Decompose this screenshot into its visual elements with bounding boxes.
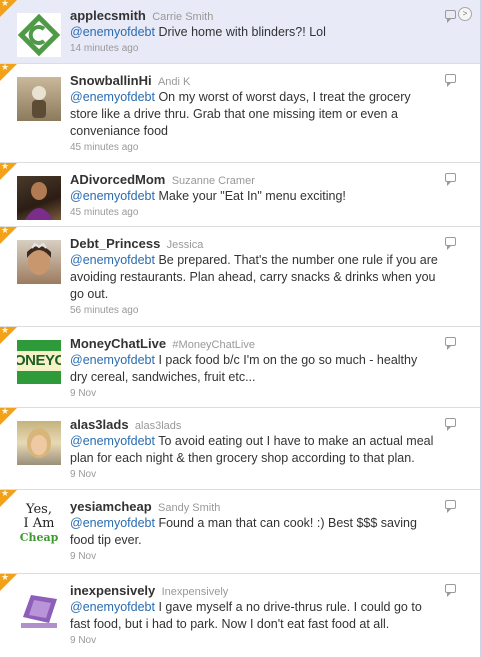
timestamp[interactable]: 14 minutes ago bbox=[70, 42, 438, 55]
tweet-text: @enemyofdebt Make your "Eat In" menu exc… bbox=[70, 188, 438, 205]
full-name: alas3lads bbox=[134, 420, 182, 432]
tweet-text: @enemyofdebt Found a man that can cook! … bbox=[70, 515, 438, 549]
full-name: Suzanne Cramer bbox=[171, 175, 255, 187]
full-name: Jessica bbox=[166, 239, 204, 251]
reply-icon[interactable] bbox=[445, 237, 456, 250]
reply-icon[interactable] bbox=[445, 74, 456, 87]
avatar[interactable] bbox=[17, 587, 61, 631]
tweet-text: @enemyofdebt To avoid eating out I have … bbox=[70, 433, 438, 467]
timestamp[interactable]: 9 Nov bbox=[70, 468, 438, 481]
mention-link[interactable]: @enemyofdebt bbox=[70, 25, 155, 39]
tweet-body: Drive home with blinders?! Lol bbox=[158, 25, 326, 39]
tweet-item[interactable]: ★ applecsmith Carrie Smith @enemyofdebt … bbox=[0, 0, 482, 64]
star-icon[interactable]: ★ bbox=[1, 0, 9, 9]
reply-icon[interactable] bbox=[445, 337, 456, 350]
timestamp[interactable]: 45 minutes ago bbox=[70, 141, 438, 154]
avatar[interactable] bbox=[17, 240, 61, 284]
avatar[interactable] bbox=[17, 421, 61, 465]
tweet-item[interactable]: ★ ONEYC MoneyChatLive #MoneyChatLive @en… bbox=[0, 326, 482, 408]
tweet-text: @enemyofdebt Drive home with blinders?! … bbox=[70, 24, 438, 41]
star-icon[interactable]: ★ bbox=[1, 489, 9, 499]
reply-icon[interactable] bbox=[445, 584, 456, 597]
screen-name[interactable]: Debt_Princess bbox=[70, 236, 160, 251]
avatar[interactable]: Yes, I Am Cheap bbox=[17, 503, 61, 547]
tweet-timeline: ★ applecsmith Carrie Smith @enemyofdebt … bbox=[0, 0, 482, 657]
screen-name[interactable]: SnowballinHi bbox=[70, 73, 152, 88]
chevron-right-icon[interactable]: > bbox=[458, 7, 472, 21]
full-name: Carrie Smith bbox=[152, 11, 214, 23]
tweet-body: Make your "Eat In" menu exciting! bbox=[158, 189, 346, 203]
tweet-text: @enemyofdebt I pack food b/c I'm on the … bbox=[70, 352, 438, 386]
star-icon[interactable]: ★ bbox=[1, 326, 9, 336]
reply-icon[interactable] bbox=[445, 173, 456, 186]
tweet-item[interactable]: ★ ADivorcedMom Suzanne Cramer @enemyofde… bbox=[0, 162, 482, 227]
avatar[interactable] bbox=[17, 13, 61, 57]
tweet-item[interactable]: ★ Yes, I Am Cheap yesiamcheap Sandy Smit… bbox=[0, 489, 482, 574]
screen-name[interactable]: yesiamcheap bbox=[70, 499, 152, 514]
reply-icon[interactable] bbox=[445, 500, 456, 513]
tweet-item[interactable]: ★ inexpensively Inexpensively @enemyofde… bbox=[0, 573, 482, 657]
tweet-item[interactable]: ★ alas3lads alas3lads @enemyofdebt To av… bbox=[0, 407, 482, 490]
full-name: Inexpensively bbox=[161, 586, 229, 598]
mention-link[interactable]: @enemyofdebt bbox=[70, 253, 155, 267]
screen-name[interactable]: inexpensively bbox=[70, 583, 155, 598]
mention-link[interactable]: @enemyofdebt bbox=[70, 434, 155, 448]
tweet-text: @enemyofdebt Be prepared. That's the num… bbox=[70, 252, 438, 303]
timestamp[interactable]: 56 minutes ago bbox=[70, 304, 438, 317]
avatar-logo-text: ONEYC bbox=[17, 351, 61, 371]
tweet-item[interactable]: ★ Debt_Princess Jessica @enemyofdebt Be … bbox=[0, 226, 482, 327]
timestamp[interactable]: 9 Nov bbox=[70, 550, 438, 563]
avatar[interactable] bbox=[17, 77, 61, 121]
mention-link[interactable]: @enemyofdebt bbox=[70, 90, 155, 104]
mention-link[interactable]: @enemyofdebt bbox=[70, 516, 155, 530]
avatar-logo-text: Cheap bbox=[19, 531, 59, 544]
reply-icon[interactable] bbox=[445, 10, 456, 23]
reply-icon[interactable] bbox=[445, 418, 456, 431]
mention-link[interactable]: @enemyofdebt bbox=[70, 189, 155, 203]
screen-name[interactable]: applecsmith bbox=[70, 8, 146, 23]
star-icon[interactable]: ★ bbox=[1, 226, 9, 236]
mention-link[interactable]: @enemyofdebt bbox=[70, 353, 155, 367]
star-icon[interactable]: ★ bbox=[1, 162, 9, 172]
screen-name[interactable]: MoneyChatLive bbox=[70, 336, 166, 351]
star-icon[interactable]: ★ bbox=[1, 63, 9, 73]
full-name: #MoneyChatLive bbox=[172, 339, 255, 351]
screen-name[interactable]: alas3lads bbox=[70, 417, 129, 432]
timestamp[interactable]: 9 Nov bbox=[70, 387, 438, 400]
full-name: Sandy Smith bbox=[158, 502, 221, 514]
avatar-logo-text: I Am bbox=[23, 516, 55, 531]
screen-name[interactable]: ADivorcedMom bbox=[70, 172, 165, 187]
avatar[interactable] bbox=[17, 176, 61, 220]
star-icon[interactable]: ★ bbox=[1, 407, 9, 417]
mention-link[interactable]: @enemyofdebt bbox=[70, 600, 155, 614]
tweet-text: @enemyofdebt On my worst of worst days, … bbox=[70, 89, 438, 140]
avatar[interactable]: ONEYC bbox=[17, 340, 61, 384]
full-name: Andi K bbox=[157, 76, 191, 88]
timestamp[interactable]: 9 Nov bbox=[70, 634, 438, 647]
tweet-text: @enemyofdebt I gave myself a no drive-th… bbox=[70, 599, 438, 633]
avatar-logo-text: Yes, bbox=[26, 503, 52, 517]
timestamp[interactable]: 45 minutes ago bbox=[70, 206, 438, 219]
star-icon[interactable]: ★ bbox=[1, 573, 9, 583]
tweet-item[interactable]: ★ SnowballinHi Andi K @enemyofdebt On my… bbox=[0, 63, 482, 163]
